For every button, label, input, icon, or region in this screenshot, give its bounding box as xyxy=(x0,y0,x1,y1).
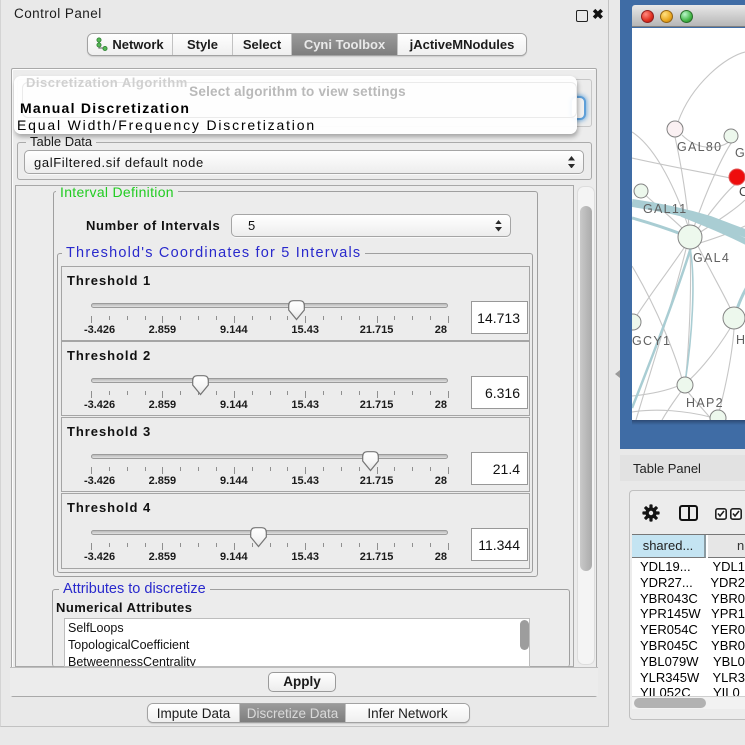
svg-text:H: H xyxy=(736,333,745,347)
svg-text:C: C xyxy=(739,185,745,199)
svg-text:GAL11: GAL11 xyxy=(643,202,688,216)
svg-text:HAP2: HAP2 xyxy=(686,396,724,410)
svg-text:GAL4: GAL4 xyxy=(693,251,730,265)
svg-text:G: G xyxy=(735,146,745,160)
svg-text:GAL80: GAL80 xyxy=(677,140,722,154)
svg-text:GCY1: GCY1 xyxy=(632,334,671,348)
